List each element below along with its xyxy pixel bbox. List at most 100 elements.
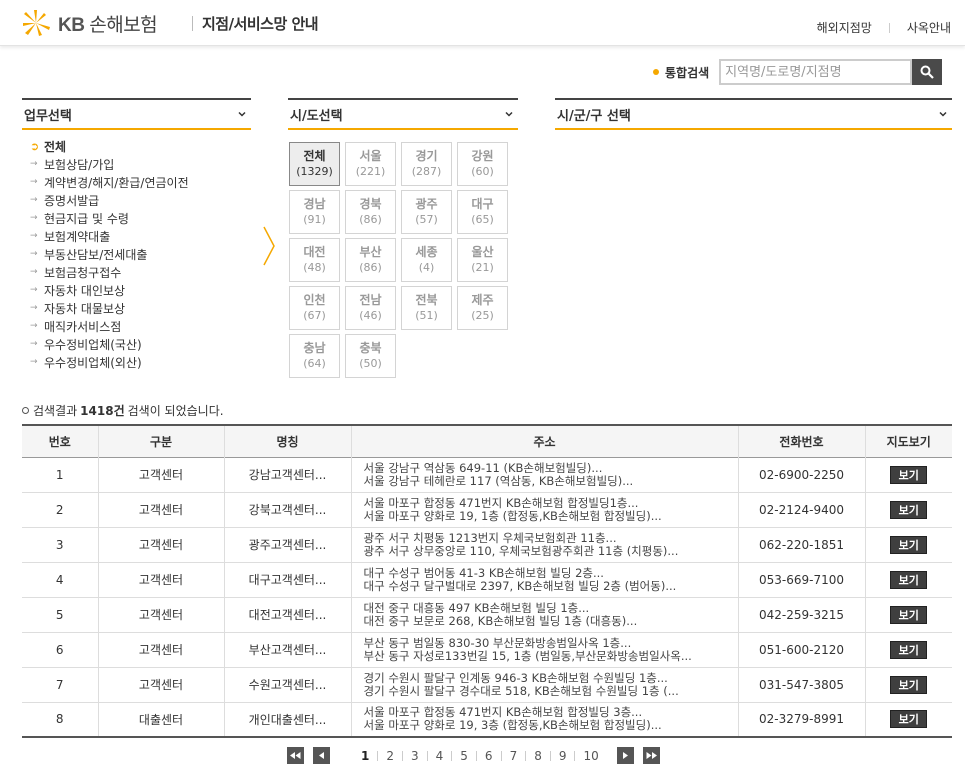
page-number[interactable]: 7 (502, 749, 526, 763)
search-button[interactable] (912, 59, 943, 85)
business-item[interactable]: → 보험계약대출 (30, 227, 189, 245)
table-row[interactable]: 5 고객센터 대전고객센터... 대전 중구 대흥동 497 KB손해보험 빌딩 1층… (22, 597, 952, 632)
business-item-label: 매직카서비스점 (44, 319, 122, 334)
region-count: (86) (359, 261, 382, 274)
business-item[interactable]: → 자동차 대인보상 (30, 281, 189, 299)
row-map: 보기 (865, 632, 952, 667)
page-number[interactable]: 5 (452, 749, 476, 763)
business-item[interactable]: → 매직카서비스점 (30, 317, 189, 335)
col-header-map: 지도보기 (886, 434, 931, 449)
region-button[interactable]: 제주 (25) (457, 286, 508, 330)
region-name: 전북 (415, 293, 438, 307)
page-number[interactable]: 10 (575, 749, 606, 763)
district-select-header[interactable]: 시/군/구 선택 (555, 98, 952, 130)
site-header: KB 손해보험 지점/서비스망 안내 해외지점망 사옥안내 (0, 0, 965, 46)
prev-page-button[interactable] (313, 747, 330, 764)
region-count: (221) (355, 165, 386, 178)
table-row[interactable]: 7 고객센터 수원고객센터... 경기 수원시 팔달구 인계동 946-3 KB손해보… (22, 667, 952, 702)
row-type: 고객센터 (98, 597, 225, 632)
last-page-button[interactable] (642, 747, 660, 764)
view-map-button[interactable]: 보기 (890, 465, 928, 484)
business-item[interactable]: ➲ 전체 (30, 137, 189, 155)
business-item[interactable]: → 우수정비업체(국산) (30, 335, 189, 353)
view-map-button[interactable]: 보기 (890, 535, 928, 554)
business-item[interactable]: → 증명서발급 (30, 191, 189, 209)
col-header-type: 구분 (98, 425, 225, 457)
view-map-button[interactable]: 보기 (890, 640, 928, 659)
region-button[interactable]: 부산 (86) (345, 238, 396, 282)
view-map-button[interactable]: 보기 (890, 675, 928, 694)
page-number[interactable]: 9 (551, 749, 575, 763)
page-number[interactable]: 1 (353, 749, 377, 763)
address-lot: 서울 마포구 합정동 471번지 KB손해보험 합정빌딩1층... (363, 496, 639, 510)
region-button[interactable]: 전남 (46) (345, 286, 396, 330)
region-button[interactable]: 서울 (221) (345, 142, 396, 186)
region-button[interactable]: 전북 (51) (401, 286, 452, 330)
region-button[interactable]: 울산 (21) (457, 238, 508, 282)
region-button[interactable]: 전체 (1329) (289, 142, 340, 186)
business-select-header[interactable]: 업무선택 (22, 98, 251, 130)
region-button[interactable]: 광주 (57) (401, 190, 452, 234)
row-map: 보기 (865, 597, 952, 632)
table-row[interactable]: 8 대출센터 개인대출센터... 서울 마포구 합정동 471번지 KB손해보험 합정… (22, 702, 952, 737)
search-input[interactable] (719, 59, 913, 85)
region-button[interactable]: 경북 (86) (345, 190, 396, 234)
business-item[interactable]: → 보험상담/가입 (30, 155, 189, 173)
view-map-button[interactable]: 보기 (890, 710, 928, 729)
region-button[interactable]: 세종 (4) (401, 238, 452, 282)
region-name: 강원 (471, 149, 494, 163)
first-page-button[interactable] (287, 747, 304, 764)
row-map: 보기 (865, 667, 952, 702)
region-button[interactable]: 경기 (287) (401, 142, 452, 186)
region-button[interactable]: 대구 (65) (457, 190, 508, 234)
kb-logo[interactable]: KB 손해보험 (22, 10, 158, 36)
province-select-header[interactable]: 시/도선택 (288, 98, 518, 130)
business-item-label: 전체 (44, 139, 67, 154)
business-item[interactable]: → 보험금청구접수 (30, 263, 189, 281)
business-select-title: 업무선택 (24, 108, 72, 124)
table-row[interactable]: 2 고객센터 강북고객센터... 서울 마포구 합정동 471번지 KB손해보험 합정… (22, 492, 952, 527)
region-button[interactable]: 인천 (67) (289, 286, 340, 330)
row-name: 부산고객센터... (224, 632, 352, 667)
integrated-search: 통합검색 (653, 59, 943, 85)
business-item[interactable]: → 현금지급 및 수령 (30, 209, 189, 227)
business-item-label: 계약변경/해지/환급/연금이전 (44, 175, 189, 190)
next-page-button[interactable] (616, 747, 634, 764)
page-number[interactable]: 3 (403, 749, 427, 763)
page-number[interactable]: 4 (428, 749, 452, 763)
region-button[interactable]: 경남 (91) (289, 190, 340, 234)
region-count: (67) (303, 309, 326, 322)
region-button[interactable]: 대전 (48) (289, 238, 340, 282)
page-number[interactable]: 6 (477, 749, 501, 763)
row-type: 고객센터 (98, 562, 225, 597)
business-item[interactable]: → 부동산담보/전세대출 (30, 245, 189, 263)
business-item[interactable]: → 자동차 대물보상 (30, 299, 189, 317)
business-item-label: 증명서발급 (44, 193, 100, 208)
office-building-link[interactable]: 사옥안내 (907, 19, 951, 36)
address-lot: 부산 동구 범일동 830-30 부산문화방송범일사옥 1층... (363, 636, 632, 650)
business-item[interactable]: → 계약변경/해지/환급/연금이전 (30, 173, 189, 191)
table-row[interactable]: 1 고객센터 강남고객센터... 서울 강남구 역삼동 649-11 (KB손해보험빌… (22, 457, 952, 492)
result-prefix: 검색결과 (33, 404, 78, 418)
page-number[interactable]: 8 (526, 749, 550, 763)
region-button[interactable]: 강원 (60) (457, 142, 508, 186)
row-address: 대구 수성구 범어동 41-3 KB손해보험 빌딩 2층... 대구 수성구 달구… (351, 562, 739, 597)
table-row[interactable]: 4 고객센터 대구고객센터... 대구 수성구 범어동 41-3 KB손해보험 빌딩 … (22, 562, 952, 597)
table-row[interactable]: 6 고객센터 부산고객센터... 부산 동구 범일동 830-30 부산문화방송범일사… (22, 632, 952, 667)
address-road: 경기 수원시 팔달구 경수대로 518, KB손해보험 수원빌딩 1층 (... (363, 684, 679, 698)
address-road: 대구 수성구 달구벌대로 2397, KB손해보험 빌딩 2층 (범어동)... (363, 579, 677, 593)
view-map-button[interactable]: 보기 (890, 605, 928, 624)
logo-kb-text: KB (58, 14, 85, 36)
row-type: 대출센터 (98, 702, 225, 737)
region-button[interactable]: 충남 (64) (289, 334, 340, 378)
region-name: 충남 (303, 341, 326, 355)
region-button[interactable]: 충북 (50) (345, 334, 396, 378)
overseas-branches-link[interactable]: 해외지점망 (817, 19, 872, 36)
chevron-down-icon (939, 111, 947, 117)
business-item[interactable]: → 우수정비업체(외산) (30, 353, 189, 371)
view-map-button[interactable]: 보기 (890, 570, 928, 589)
page-number[interactable]: 2 (378, 749, 402, 763)
row-map: 보기 (865, 457, 952, 492)
table-row[interactable]: 3 고객센터 광주고객센터... 광주 서구 치평동 1213번지 우체국보험회관 1… (22, 527, 952, 562)
view-map-button[interactable]: 보기 (890, 500, 928, 519)
